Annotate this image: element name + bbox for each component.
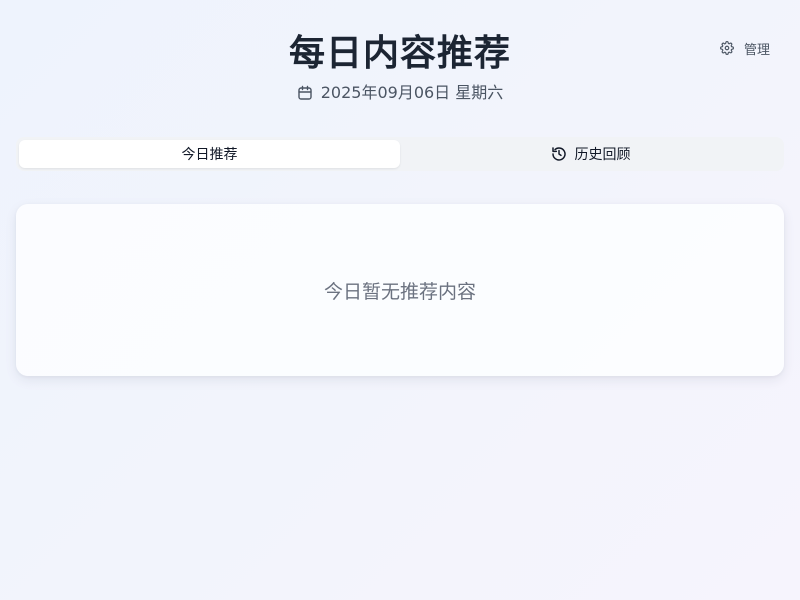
tab-history[interactable]: 历史回顾 (400, 140, 781, 168)
gear-icon (720, 41, 734, 55)
manage-label: 管理 (744, 42, 771, 58)
date-display: 2025年09月06日 星期六 (0, 82, 800, 104)
page-header: 每日内容推荐 2025年09月06日 星期六 管理 (0, 0, 800, 120)
history-icon (551, 146, 567, 162)
date-text: 2025年09月06日 星期六 (320, 83, 504, 102)
recommendation-card: 今日暂无推荐内容 (16, 204, 784, 376)
tab-bar: 今日推荐 历史回顾 (16, 137, 784, 171)
calendar-icon (297, 85, 313, 101)
tab-history-label: 历史回顾 (574, 147, 631, 163)
page-title: 每日内容推荐 (288, 33, 511, 74)
tab-today-label: 今日推荐 (181, 147, 238, 163)
manage-button[interactable]: 管理 (712, 36, 778, 60)
empty-state-message: 今日暂无推荐内容 (323, 280, 476, 303)
tab-today[interactable]: 今日推荐 (19, 140, 400, 168)
